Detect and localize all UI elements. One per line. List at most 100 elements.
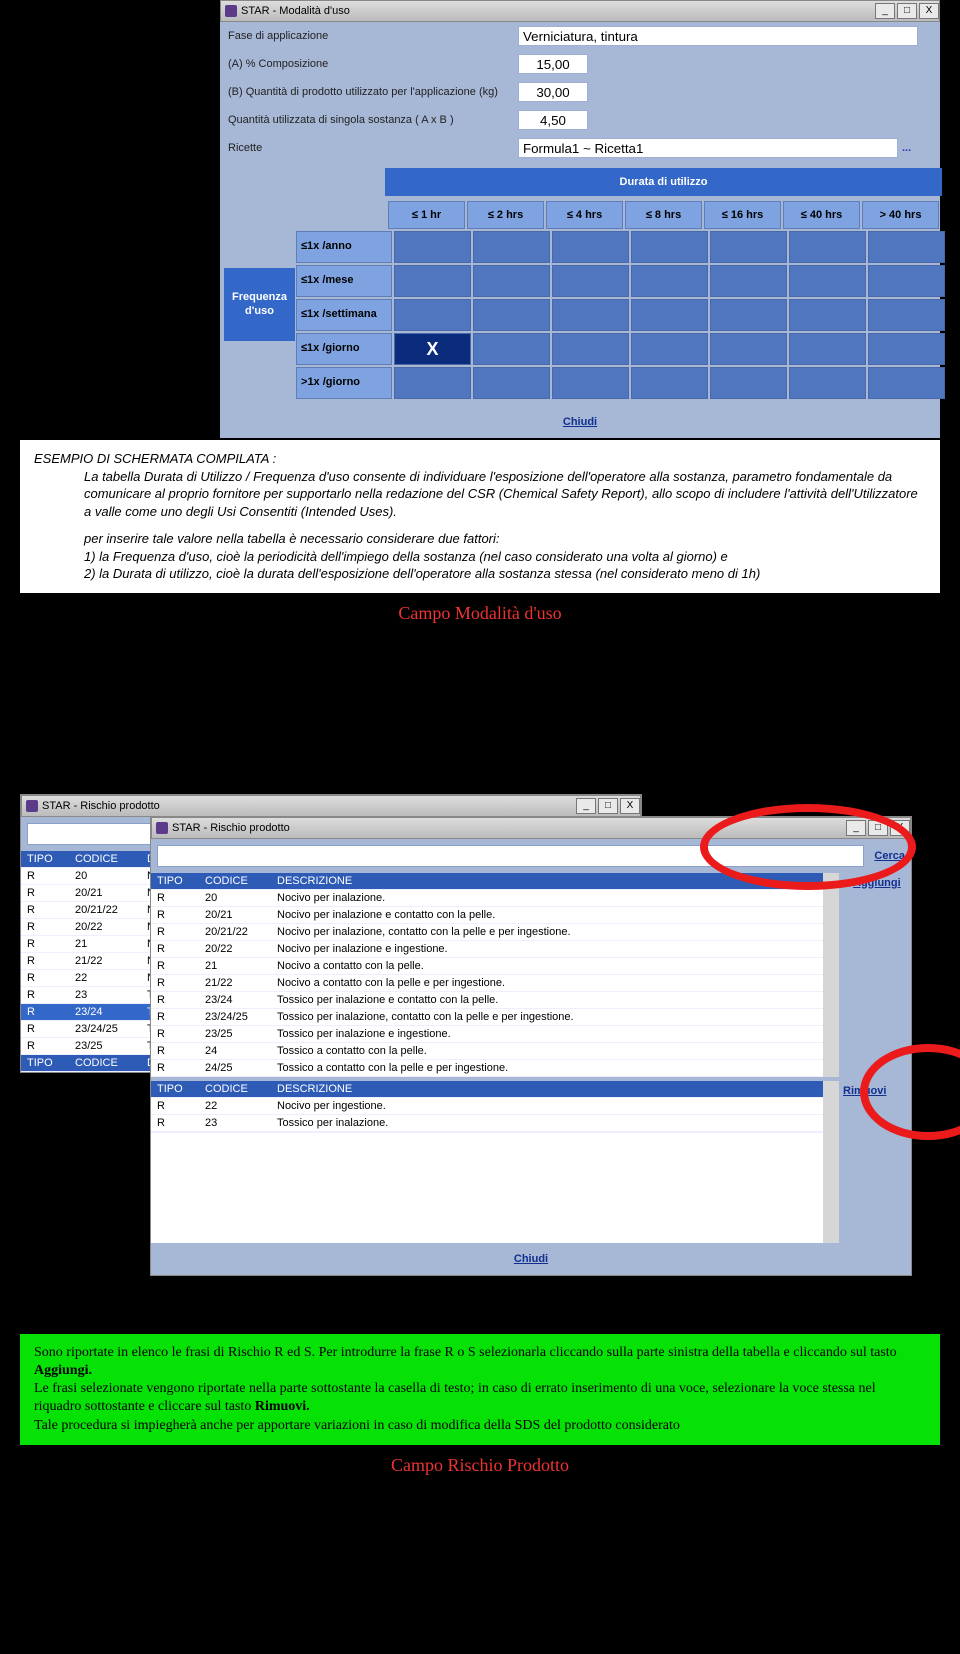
table-cell: 20/22 bbox=[199, 940, 271, 957]
grid-cell[interactable] bbox=[631, 367, 708, 399]
table-row[interactable]: R20/21Nocivo per inalazione e contatto c… bbox=[151, 906, 823, 923]
grid-cell[interactable] bbox=[789, 231, 866, 263]
grid-cell[interactable] bbox=[631, 333, 708, 365]
b-input[interactable] bbox=[518, 82, 588, 102]
grid-cell[interactable] bbox=[789, 333, 866, 365]
grid-cell[interactable] bbox=[473, 299, 550, 331]
grid-cell[interactable] bbox=[552, 367, 629, 399]
app-icon bbox=[156, 822, 168, 834]
window-close-button[interactable]: X bbox=[620, 798, 640, 814]
grid-cell[interactable] bbox=[473, 265, 550, 297]
slide-caption: Campo Rischio Prodotto bbox=[0, 1445, 960, 1486]
scrollbar[interactable] bbox=[823, 1081, 839, 1243]
close-link[interactable]: Chiudi bbox=[220, 406, 940, 438]
grid-cell[interactable] bbox=[631, 231, 708, 263]
table-cell: 21/22 bbox=[199, 974, 271, 991]
table-row[interactable]: R23/24Tossico per inalazione e contatto … bbox=[151, 991, 823, 1008]
grid-cell[interactable] bbox=[394, 265, 471, 297]
col-header: ≤ 16 hrs bbox=[704, 201, 781, 229]
table-row[interactable]: R24Tossico a contatto con la pelle. bbox=[151, 1042, 823, 1059]
col-header: TIPO bbox=[21, 1054, 69, 1071]
row-header: ≤1x /settimana bbox=[296, 299, 392, 331]
table-row[interactable]: R21Nocivo a contatto con la pelle. bbox=[151, 957, 823, 974]
table-row[interactable]: R20/22Nocivo per inalazione e ingestione… bbox=[151, 940, 823, 957]
table-cell: 20/21 bbox=[69, 884, 141, 901]
grid-cell[interactable] bbox=[631, 299, 708, 331]
grid-cell[interactable] bbox=[710, 231, 787, 263]
a-label: (A) % Composizione bbox=[228, 58, 518, 70]
table-cell: Tossico per inalazione e contatto con la… bbox=[271, 991, 823, 1008]
grid-cell[interactable] bbox=[789, 367, 866, 399]
grid-cell[interactable] bbox=[631, 265, 708, 297]
table-cell: R bbox=[151, 1114, 199, 1131]
table-cell: 22 bbox=[69, 969, 141, 986]
grid-cell[interactable] bbox=[552, 333, 629, 365]
grid-cell[interactable] bbox=[473, 333, 550, 365]
table-cell: 20 bbox=[199, 889, 271, 906]
col-header: ≤ 1 hr bbox=[388, 201, 465, 229]
grid-cell[interactable] bbox=[552, 299, 629, 331]
table-cell: R bbox=[151, 1059, 199, 1076]
grid-cell[interactable] bbox=[473, 367, 550, 399]
grid-cell[interactable] bbox=[552, 231, 629, 263]
green-explain: Sono riportate in elenco le frasi di Ris… bbox=[20, 1334, 940, 1445]
scrollbar[interactable] bbox=[823, 873, 839, 1077]
ab-input[interactable] bbox=[518, 110, 588, 130]
grid-cell[interactable] bbox=[868, 367, 945, 399]
grid-cell[interactable] bbox=[710, 265, 787, 297]
table-cell: R bbox=[151, 1097, 199, 1114]
fase-label: Fase di applicazione bbox=[228, 30, 518, 42]
table-cell: 20/22 bbox=[69, 918, 141, 935]
ricette-browse-icon[interactable]: ... bbox=[902, 142, 911, 154]
table-row[interactable]: R23Tossico per inalazione. bbox=[151, 1114, 823, 1131]
grid-cell[interactable] bbox=[394, 299, 471, 331]
grid-cell-selected[interactable]: X bbox=[394, 333, 471, 365]
grid-cell[interactable] bbox=[394, 367, 471, 399]
table-row[interactable]: R23/25Tossico per inalazione e ingestion… bbox=[151, 1025, 823, 1042]
window-min-button[interactable]: _ bbox=[875, 3, 895, 19]
table-row[interactable]: R24/25Tossico a contatto con la pelle e … bbox=[151, 1059, 823, 1076]
slide-caption: Campo Modalità d'uso bbox=[0, 593, 960, 634]
window-min-button[interactable]: _ bbox=[576, 798, 596, 814]
table-row[interactable]: R23/24/25Tossico per inalazione, contatt… bbox=[151, 1008, 823, 1025]
window-close-button[interactable]: X bbox=[919, 3, 939, 19]
row-header: ≤1x /anno bbox=[296, 231, 392, 263]
table-row[interactable]: R22Nocivo per ingestione. bbox=[151, 1097, 823, 1114]
grid-cell[interactable] bbox=[868, 299, 945, 331]
table-cell: R bbox=[21, 918, 69, 935]
table-row[interactable]: R20Nocivo per inalazione. bbox=[151, 889, 823, 906]
window-max-button[interactable]: □ bbox=[598, 798, 618, 814]
grid-cell[interactable] bbox=[868, 333, 945, 365]
rischio-stack: STAR - Rischio prodotto _□X TIPOCODICEDE… bbox=[20, 794, 920, 1334]
grid-cell[interactable] bbox=[789, 265, 866, 297]
table-cell: R bbox=[151, 1025, 199, 1042]
titlebar[interactable]: STAR - Rischio prodotto _□X bbox=[21, 795, 641, 817]
close-link[interactable]: Chiudi bbox=[151, 1243, 911, 1275]
table-row[interactable]: R20/21/22Nocivo per inalazione, contatto… bbox=[151, 923, 823, 940]
table-cell: R bbox=[151, 906, 199, 923]
col-header: ≤ 8 hrs bbox=[625, 201, 702, 229]
titlebar[interactable]: STAR - Modalità d'uso _ □ X bbox=[220, 0, 940, 22]
table-cell: 23/24/25 bbox=[69, 1020, 141, 1037]
a-input[interactable] bbox=[518, 54, 588, 74]
grid-cell[interactable] bbox=[473, 231, 550, 263]
grid-cell[interactable] bbox=[710, 333, 787, 365]
table-cell: 20 bbox=[69, 867, 141, 884]
grid-cell[interactable] bbox=[868, 265, 945, 297]
grid-cell[interactable] bbox=[394, 231, 471, 263]
table-cell: Nocivo per inalazione, contatto con la p… bbox=[271, 923, 823, 940]
table-cell: 23 bbox=[199, 1114, 271, 1131]
grid-cell[interactable] bbox=[789, 299, 866, 331]
grid-cell[interactable] bbox=[710, 299, 787, 331]
fase-input[interactable] bbox=[518, 26, 918, 46]
window-max-button[interactable]: □ bbox=[897, 3, 917, 19]
grid-cell[interactable] bbox=[868, 231, 945, 263]
grid-cell[interactable] bbox=[552, 265, 629, 297]
green-p2: Le frasi selezionate vengono riportate n… bbox=[34, 1381, 876, 1414]
grid-cell[interactable] bbox=[710, 367, 787, 399]
table-cell: 20/21/22 bbox=[69, 901, 141, 918]
col-header: ≤ 4 hrs bbox=[546, 201, 623, 229]
table-row[interactable]: R21/22Nocivo a contatto con la pelle e p… bbox=[151, 974, 823, 991]
col-header: TIPO bbox=[21, 851, 69, 868]
ricette-input[interactable] bbox=[518, 138, 898, 158]
